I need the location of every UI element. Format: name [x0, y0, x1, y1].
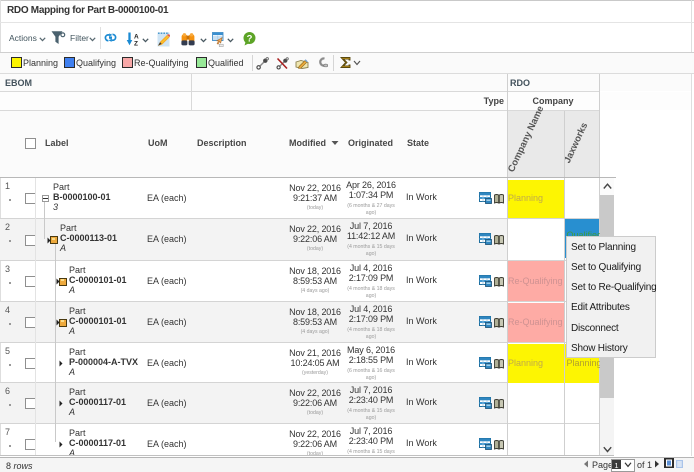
svg-text:Z: Z [134, 41, 138, 48]
svg-text:?: ? [247, 34, 253, 45]
svg-text:A: A [134, 34, 139, 41]
